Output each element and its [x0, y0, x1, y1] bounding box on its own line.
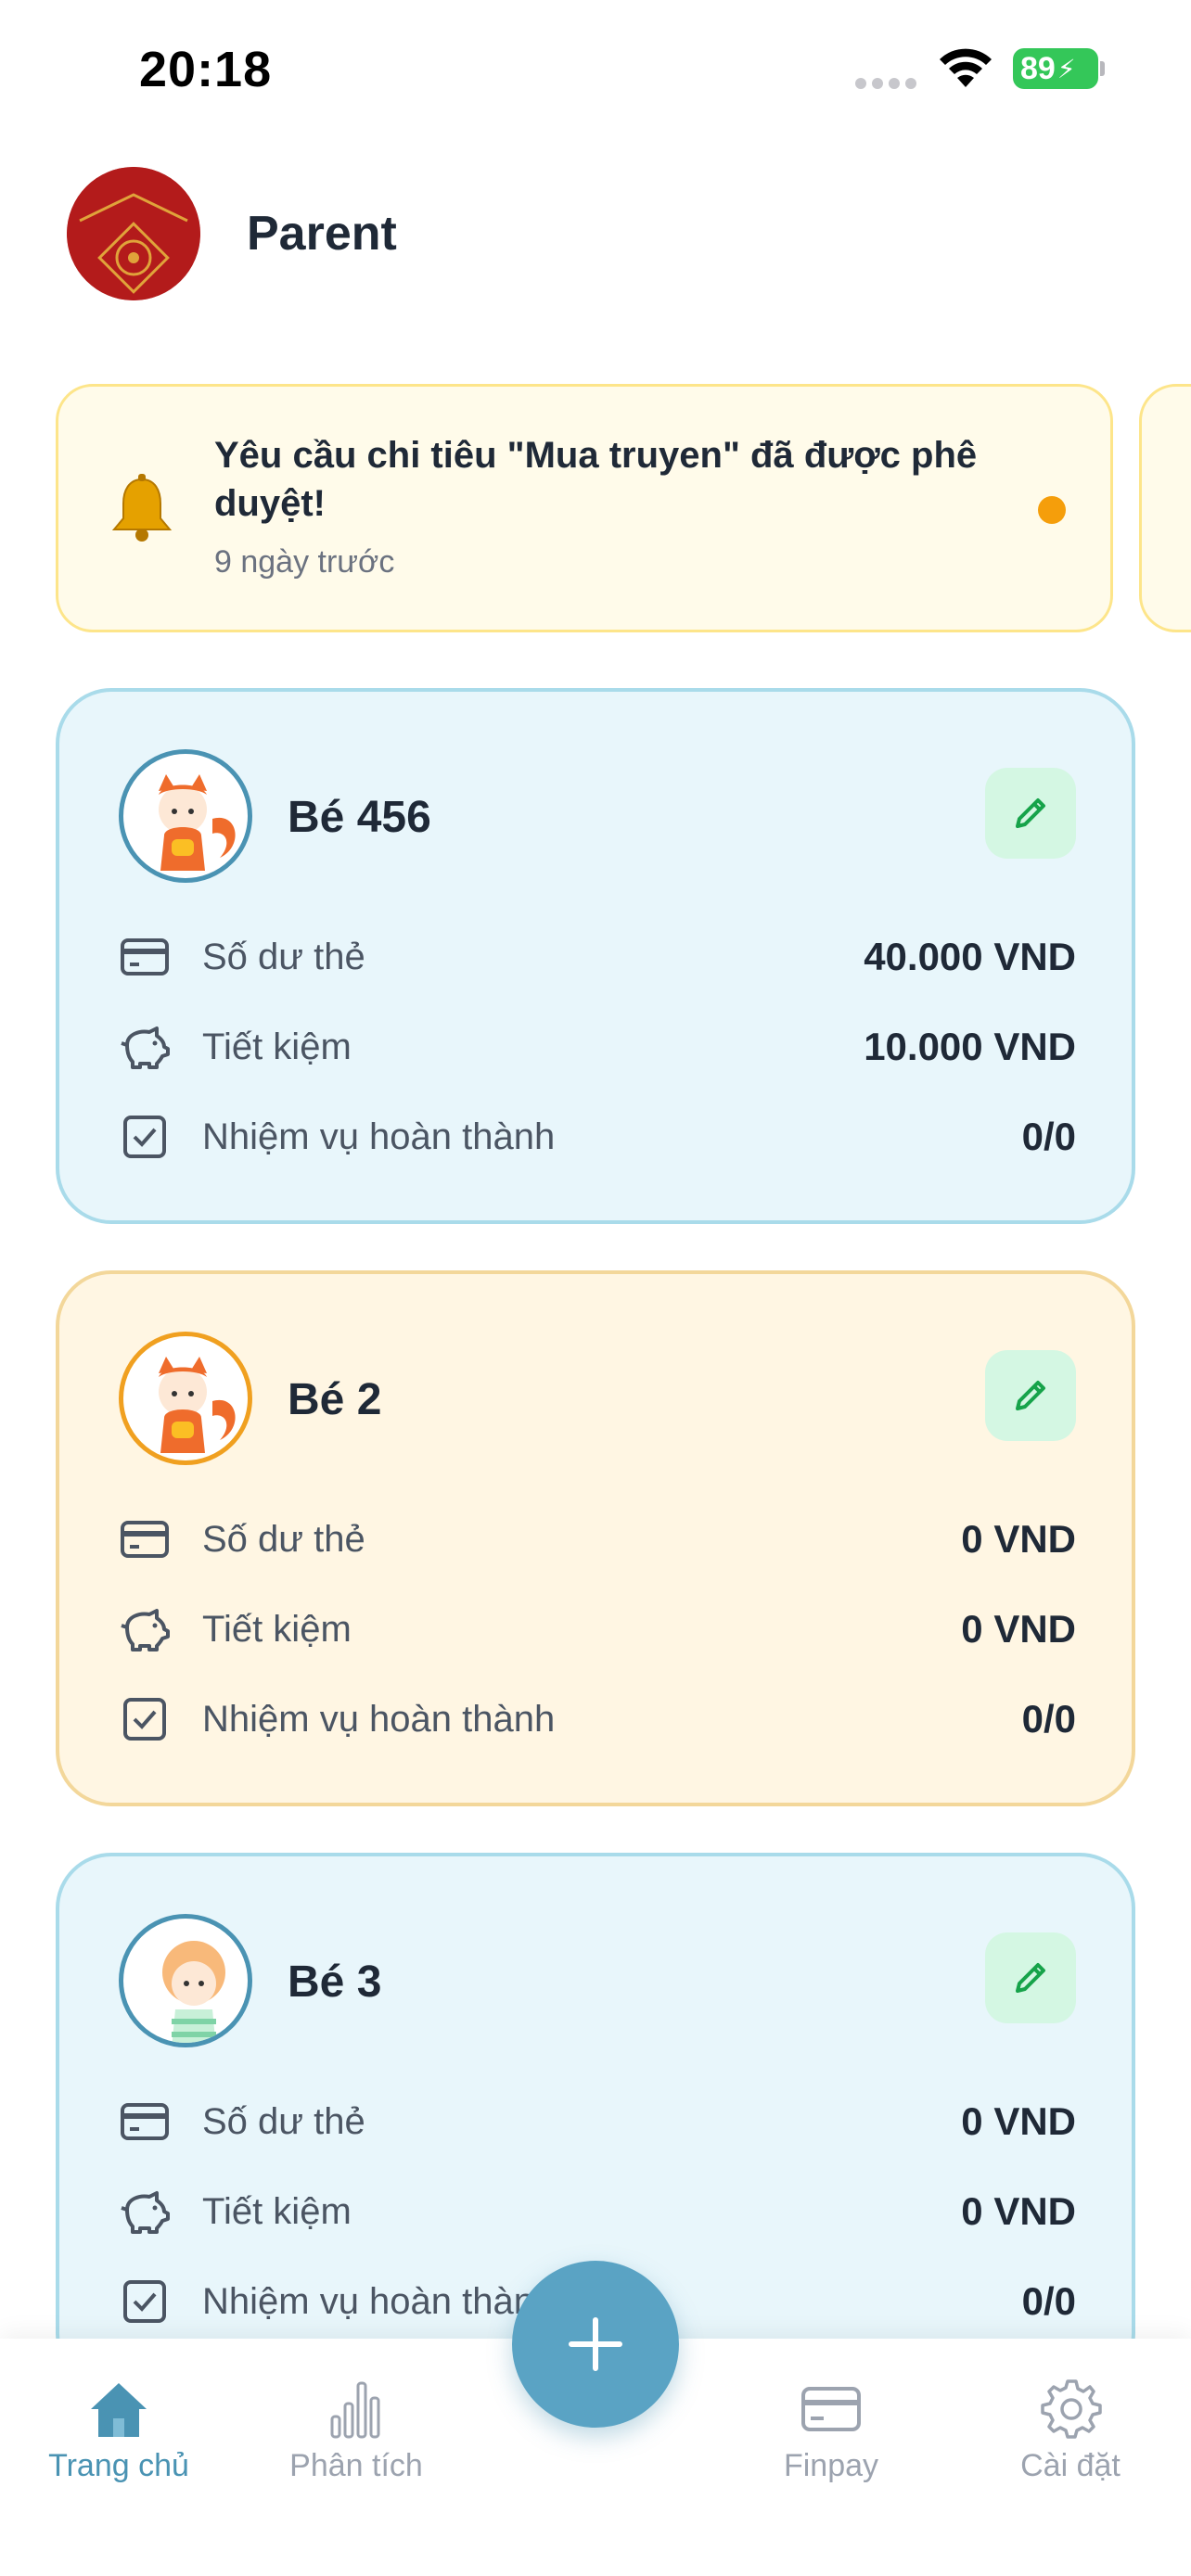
plus-icon	[569, 2317, 622, 2371]
child-name: Bé 3	[288, 1958, 382, 2007]
checkbox-icon	[123, 1116, 166, 1158]
tab-finpay[interactable]: Finpay	[729, 2376, 933, 2484]
savings-label: Tiết kiệm	[202, 1026, 352, 1067]
checkbox-icon	[123, 2280, 166, 2323]
tab-label: Trang chủ	[48, 2448, 189, 2483]
notification-card[interactable]: Yêu cầu chi tiêu "Mua truyen" đã được ph…	[56, 384, 1113, 632]
status-time: 20:18	[139, 42, 273, 97]
unread-dot	[1038, 496, 1066, 524]
card-icon	[801, 2387, 861, 2431]
tasks-row: Nhiệm vụ hoàn thành 0/0	[119, 1691, 1076, 1747]
notification-title: Yêu cầu chi tiêu "Mua truyen" đã được ph…	[214, 435, 978, 524]
balance-row: Số dư thẻ 0 VND	[119, 2094, 1076, 2149]
fox-avatar-icon	[159, 1357, 236, 1453]
edit-button[interactable]	[985, 1350, 1076, 1441]
home-icon	[91, 2383, 147, 2437]
battery-indicator: 89 ⚡	[1013, 48, 1098, 89]
balance-value: 0 VND	[961, 2099, 1076, 2143]
tasks-row: Nhiệm vụ hoàn thành 0/0	[119, 1109, 1076, 1165]
tab-settings[interactable]: Cài đặt	[968, 2376, 1172, 2484]
savings-value: 0 VND	[961, 1607, 1076, 1651]
profile-header[interactable]: Parent	[67, 167, 397, 300]
savings-label: Tiết kiệm	[202, 2190, 352, 2232]
pencil-icon	[1016, 1963, 1045, 1993]
notification-card-next[interactable]	[1139, 384, 1191, 632]
tasks-label: Nhiệm vụ hoàn thành	[202, 1116, 556, 1157]
piggy-bank-icon	[121, 1027, 170, 1069]
savings-row: Tiết kiệm 0 VND	[119, 1601, 1076, 1657]
fox-avatar-icon	[159, 774, 236, 871]
pencil-icon	[1016, 1381, 1045, 1410]
child-name: Bé 456	[288, 793, 431, 842]
piggy-bank-icon	[121, 2191, 170, 2234]
avatar	[119, 1914, 252, 2047]
avatar	[119, 1332, 252, 1465]
tab-label: Cài đặt	[1020, 2448, 1121, 2483]
savings-row: Tiết kiệm 10.000 VND	[119, 1019, 1076, 1075]
battery-level: 89	[1020, 50, 1056, 86]
edit-button[interactable]	[985, 768, 1076, 859]
card-icon	[121, 2103, 169, 2140]
checkbox-icon	[123, 1698, 166, 1741]
tasks-value: 0/0	[1021, 1115, 1076, 1158]
tab-home[interactable]: Trang chủ	[17, 2376, 221, 2484]
pencil-icon	[1016, 798, 1045, 828]
tab-label: Finpay	[783, 2448, 879, 2483]
piggy-bank-icon	[121, 1609, 170, 1651]
lucky-envelope-icon	[67, 167, 200, 300]
savings-value: 10.000 VND	[864, 1025, 1076, 1068]
balance-row: Số dư thẻ 0 VND	[119, 1511, 1076, 1567]
savings-row: Tiết kiệm 0 VND	[119, 2184, 1076, 2239]
tab-label: Phân tích	[289, 2448, 423, 2483]
tasks-value: 0/0	[1021, 1697, 1076, 1741]
add-button[interactable]	[512, 2261, 679, 2428]
notification-time: 9 ngày trước	[214, 544, 395, 580]
card-icon	[121, 938, 169, 976]
child-card[interactable]: Bé 2 Số dư thẻ 0 VND Tiết kiệm 0 VND Nhi…	[56, 1270, 1135, 1806]
bell-icon	[111, 474, 173, 542]
child-name: Bé 2	[288, 1375, 382, 1424]
avatar[interactable]	[67, 167, 200, 300]
edit-button[interactable]	[985, 1932, 1076, 2023]
savings-value: 0 VND	[961, 2189, 1076, 2233]
charging-icon: ⚡	[1057, 54, 1076, 83]
balance-label: Số dư thẻ	[202, 1518, 365, 1560]
balance-value: 0 VND	[961, 1517, 1076, 1561]
balance-value: 40.000 VND	[864, 935, 1076, 978]
avatar	[119, 749, 252, 883]
tasks-value: 0/0	[1021, 2279, 1076, 2323]
profile-name: Parent	[247, 207, 397, 261]
cellular-signal-icon	[855, 78, 916, 89]
battery-cap	[1100, 61, 1105, 76]
balance-label: Số dư thẻ	[202, 2100, 365, 2142]
balance-label: Số dư thẻ	[202, 936, 365, 977]
tasks-label: Nhiệm vụ hoàn thành	[202, 1698, 556, 1740]
wifi-icon	[940, 48, 992, 87]
child-avatar-icon	[162, 1941, 225, 2043]
bar-chart-icon	[330, 2381, 380, 2439]
balance-row: Số dư thẻ 40.000 VND	[119, 929, 1076, 985]
savings-label: Tiết kiệm	[202, 1608, 352, 1650]
child-card[interactable]: Bé 456 Số dư thẻ 40.000 VND Tiết kiệm 10…	[56, 688, 1135, 1224]
gear-icon	[1041, 2379, 1102, 2439]
tab-analytics[interactable]: Phân tích	[254, 2376, 458, 2484]
status-bar: 20:18 89 ⚡	[0, 0, 1191, 139]
card-icon	[121, 1521, 169, 1558]
